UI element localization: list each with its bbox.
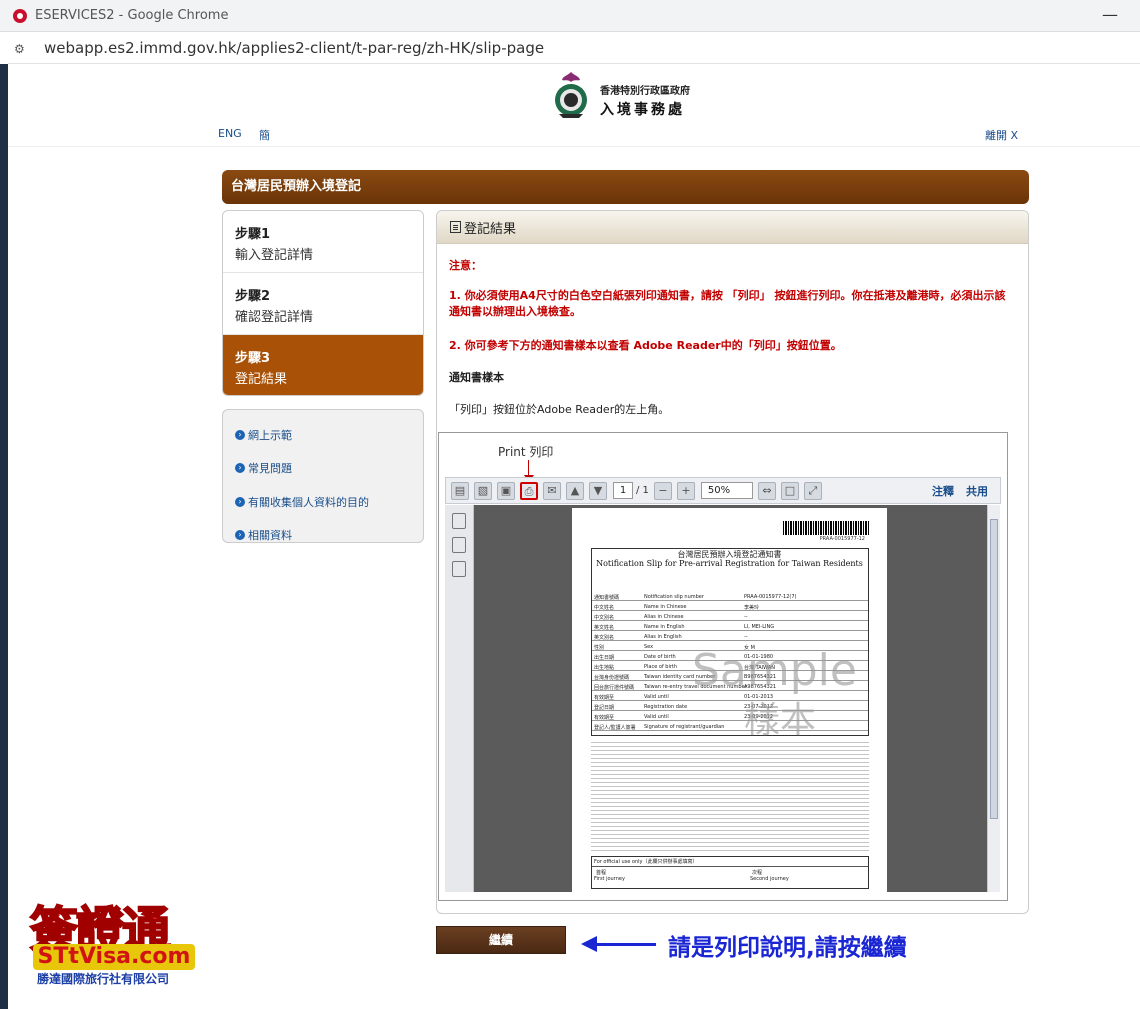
slip-row: 有效期至 Valid until 23-09-2012 (592, 713, 868, 721)
slip-notes-text (591, 740, 869, 852)
step-2: 步驟2 確認登記詳情 (223, 273, 423, 335)
attachment-icon (452, 537, 466, 553)
step-title: 步驟1 (235, 227, 271, 242)
step-desc: 確認登記詳情 (235, 310, 314, 325)
slip-row: 英文姓名 Name in English LI, MEI-LING (592, 623, 868, 631)
link-online-demo[interactable]: › 網上示範 (223, 418, 423, 452)
annotation-instruction: 請是列印說明,請按繼續 (668, 935, 907, 961)
reader-scrollbar (987, 505, 1000, 892)
result-panel: 登記結果 注意： 1. 你必須使用A4尺寸的白色空白紙張列印通知書，請按 「列印… (436, 210, 1029, 914)
sample-screenshot: Print 列印 ▤ ▧ ▣ ⎙ ✉ ▲ ▼ 1 / 1 − + 50% ⇔ □… (438, 432, 1008, 901)
minimize-icon[interactable]: — (1102, 5, 1118, 24)
notice-label: 注意： (449, 259, 482, 272)
sample-description: 「列印」按鈕位於Adobe Reader的左上角。 (449, 403, 670, 416)
binoculars-icon (452, 561, 466, 577)
slip-official-use: For official use only（此欄只供辦事處填寫） 首程 Firs… (591, 856, 869, 889)
slip-row: 登記日期 Registration date 23-07-2012 (592, 703, 868, 711)
header-divider (8, 146, 1140, 147)
zoom-out-icon: − (653, 481, 672, 500)
slip-row: 登記人/監護人簽署 Signature of registrant/guardia… (592, 723, 868, 731)
org-name: 香港特別行政區政府 入境事務處 (600, 82, 690, 119)
step-list: 步驟1 輸入登記詳情 步驟2 確認登記詳情 步驟3 登記結果 (222, 210, 424, 396)
step-desc: 輸入登記詳情 (235, 248, 314, 263)
annotation-arrow-head (581, 936, 597, 952)
slip-row: 通知書號碼 Notification slip number PRAA-001597… (592, 593, 868, 601)
site-favicon-icon (13, 8, 27, 23)
site-info-icon[interactable]: ⚙ (14, 42, 30, 56)
step-title: 步驟2 (235, 289, 271, 304)
open-file-icon: ▧ (474, 481, 492, 500)
previous-page-icon: ▲ (566, 481, 584, 500)
lang-english-link[interactable]: ENG (218, 127, 242, 140)
next-page-icon: ▼ (589, 481, 607, 500)
page-title: 台灣居民預辦入境登記 (222, 170, 1029, 204)
zoom-in-icon: + (676, 481, 695, 500)
page-number-field: 1 (613, 482, 633, 499)
scroll-thumb (990, 519, 998, 819)
window-title: ESERVICES2 - Google Chrome (35, 8, 229, 23)
annotation-arrow (596, 943, 656, 946)
sample-heading: 通知書樣本 (449, 371, 504, 384)
arrow-circle-icon: › (235, 496, 245, 507)
page-total: / 1 (636, 485, 649, 496)
link-faq[interactable]: › 常見問題 (223, 452, 423, 486)
printer-icon: ⎙ (520, 481, 538, 500)
immigration-emblem-icon (555, 72, 587, 118)
reader-toolbar: ▤ ▧ ▣ ⎙ ✉ ▲ ▼ 1 / 1 − + 50% ⇔ □ ⤢ 注釋 共用 (445, 477, 1001, 504)
continue-button[interactable]: 繼續 (436, 926, 566, 954)
slip-number-small: PRAA-0015977-12 (819, 536, 865, 542)
link-data-collection-purpose[interactable]: › 有關收集個人資料的目的 (223, 485, 423, 519)
step-desc: 登記結果 (235, 372, 288, 387)
sample-watermark: Sample (692, 645, 857, 696)
step-3-active: 步驟3 登記結果 (223, 335, 423, 395)
lang-simplified-link[interactable]: 簡 (259, 127, 270, 143)
link-label: 常見問題 (248, 462, 292, 476)
arrow-circle-icon: › (235, 463, 245, 474)
arrow-circle-icon: › (235, 530, 245, 541)
help-links: › 網上示範 › 常見問題 › 有關收集個人資料的目的 › 相關資料 (222, 409, 424, 543)
url-text[interactable]: webapp.es2.immd.gov.hk/applies2-client/t… (44, 39, 544, 57)
org-line-dept: 入境事務處 (600, 102, 685, 118)
notice-1: 1. 你必須使用A4尺寸的白色空白紙張列印通知書，請按 「列印」 按鈕進行列印。… (449, 289, 1006, 318)
slip-row: 中文姓名 Name in Chinese 李美玲 (592, 603, 868, 611)
result-header: 登記結果 (437, 211, 1028, 244)
exit-link[interactable]: 離開 X (985, 127, 1018, 143)
slip-row: 中文別名 Alias in Chinese -- (592, 613, 868, 621)
create-pdf-icon: ▤ (451, 481, 469, 500)
brand-company-name: 勝達國際旅行社有限公司 (37, 972, 170, 986)
link-label: 網上示範 (248, 428, 292, 442)
org-line-govt: 香港特別行政區政府 (600, 86, 690, 97)
full-screen-icon: ⤢ (803, 481, 822, 500)
pages-icon (452, 513, 466, 529)
print-hint-label: Print 列印 (498, 445, 554, 459)
document-icon (450, 221, 461, 233)
brand-logo-english: STtVisa.com (33, 944, 195, 970)
link-label: 有關收集個人資料的目的 (248, 495, 369, 509)
barcode (783, 521, 869, 535)
arrow-circle-icon: › (235, 429, 245, 440)
zoom-field: 50% (700, 482, 753, 499)
save-icon: ▣ (497, 481, 515, 500)
comment-tool: 注釋 (932, 484, 954, 498)
fit-page-icon: □ (780, 481, 799, 500)
desktop-edge (0, 64, 8, 1009)
reader-tool-links: 注釋 共用 (932, 483, 1000, 499)
sample-watermark-chinese: 樣本 (744, 700, 817, 741)
step-title: 步驟3 (235, 351, 271, 366)
result-header-label: 登記結果 (464, 221, 517, 237)
fit-width-icon: ⇔ (757, 481, 776, 500)
link-label: 相關資料 (248, 529, 292, 543)
slip-details-table: 通知書號碼 Notification slip number PRAA-001597… (591, 548, 869, 736)
link-related-info[interactable]: › 相關資料 (223, 519, 423, 553)
reader-canvas: PRAA-0015977-12 台灣居民預辦入境登記通知書 Notificati… (474, 505, 987, 892)
email-icon: ✉ (543, 481, 561, 500)
reader-sidebar (445, 505, 474, 892)
slip-row: 英文別名 Alias in English -- (592, 633, 868, 641)
share-tool: 共用 (966, 484, 988, 498)
notification-slip-page: PRAA-0015977-12 台灣居民預辦入境登記通知書 Notificati… (572, 508, 887, 892)
step-1: 步驟1 輸入登記詳情 (223, 211, 423, 273)
browser-title-bar: ESERVICES2 - Google Chrome — (0, 0, 1140, 32)
notice-2: 2. 你可參考下方的通知書樣本以查看 Adobe Reader中的「列印」按鈕位… (449, 339, 842, 352)
address-bar[interactable]: ⚙ webapp.es2.immd.gov.hk/applies2-client… (8, 32, 1140, 64)
